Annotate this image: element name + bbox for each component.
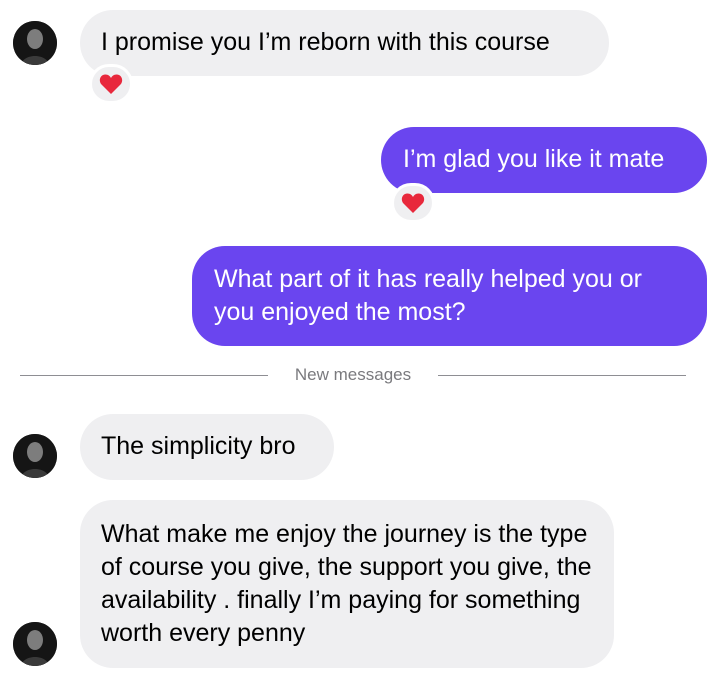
message-bubble-incoming[interactable]: I promise you I’m reborn with this cours… (80, 10, 609, 76)
divider-line-left (20, 375, 268, 376)
message-reaction[interactable] (89, 64, 133, 104)
message-bubble-incoming[interactable]: The simplicity bro (80, 414, 334, 480)
avatar-photo (13, 434, 57, 478)
message-text: I’m glad you like it mate (403, 145, 665, 173)
divider-line-right (438, 375, 686, 376)
message-bubble-incoming[interactable]: What make me enjoy the journey is the ty… (80, 500, 614, 668)
avatar-photo (13, 622, 57, 666)
avatar-photo (13, 21, 57, 65)
heart-icon (401, 193, 425, 213)
message-text: I promise you I’m reborn with this cours… (101, 28, 550, 56)
new-messages-divider: New messages (294, 365, 412, 384)
message-bubble-outgoing[interactable]: I’m glad you like it mate (381, 127, 707, 193)
message-bubble-outgoing[interactable]: What part of it has really helped you or… (192, 246, 707, 346)
message-reaction[interactable] (391, 183, 435, 223)
avatar[interactable] (13, 21, 57, 65)
message-text: What part of it has really helped you or… (214, 265, 643, 326)
message-text: The simplicity bro (101, 432, 296, 460)
avatar[interactable] (13, 434, 57, 478)
avatar[interactable] (13, 622, 57, 666)
message-text: What make me enjoy the journey is the ty… (101, 520, 592, 647)
heart-icon (99, 74, 123, 94)
